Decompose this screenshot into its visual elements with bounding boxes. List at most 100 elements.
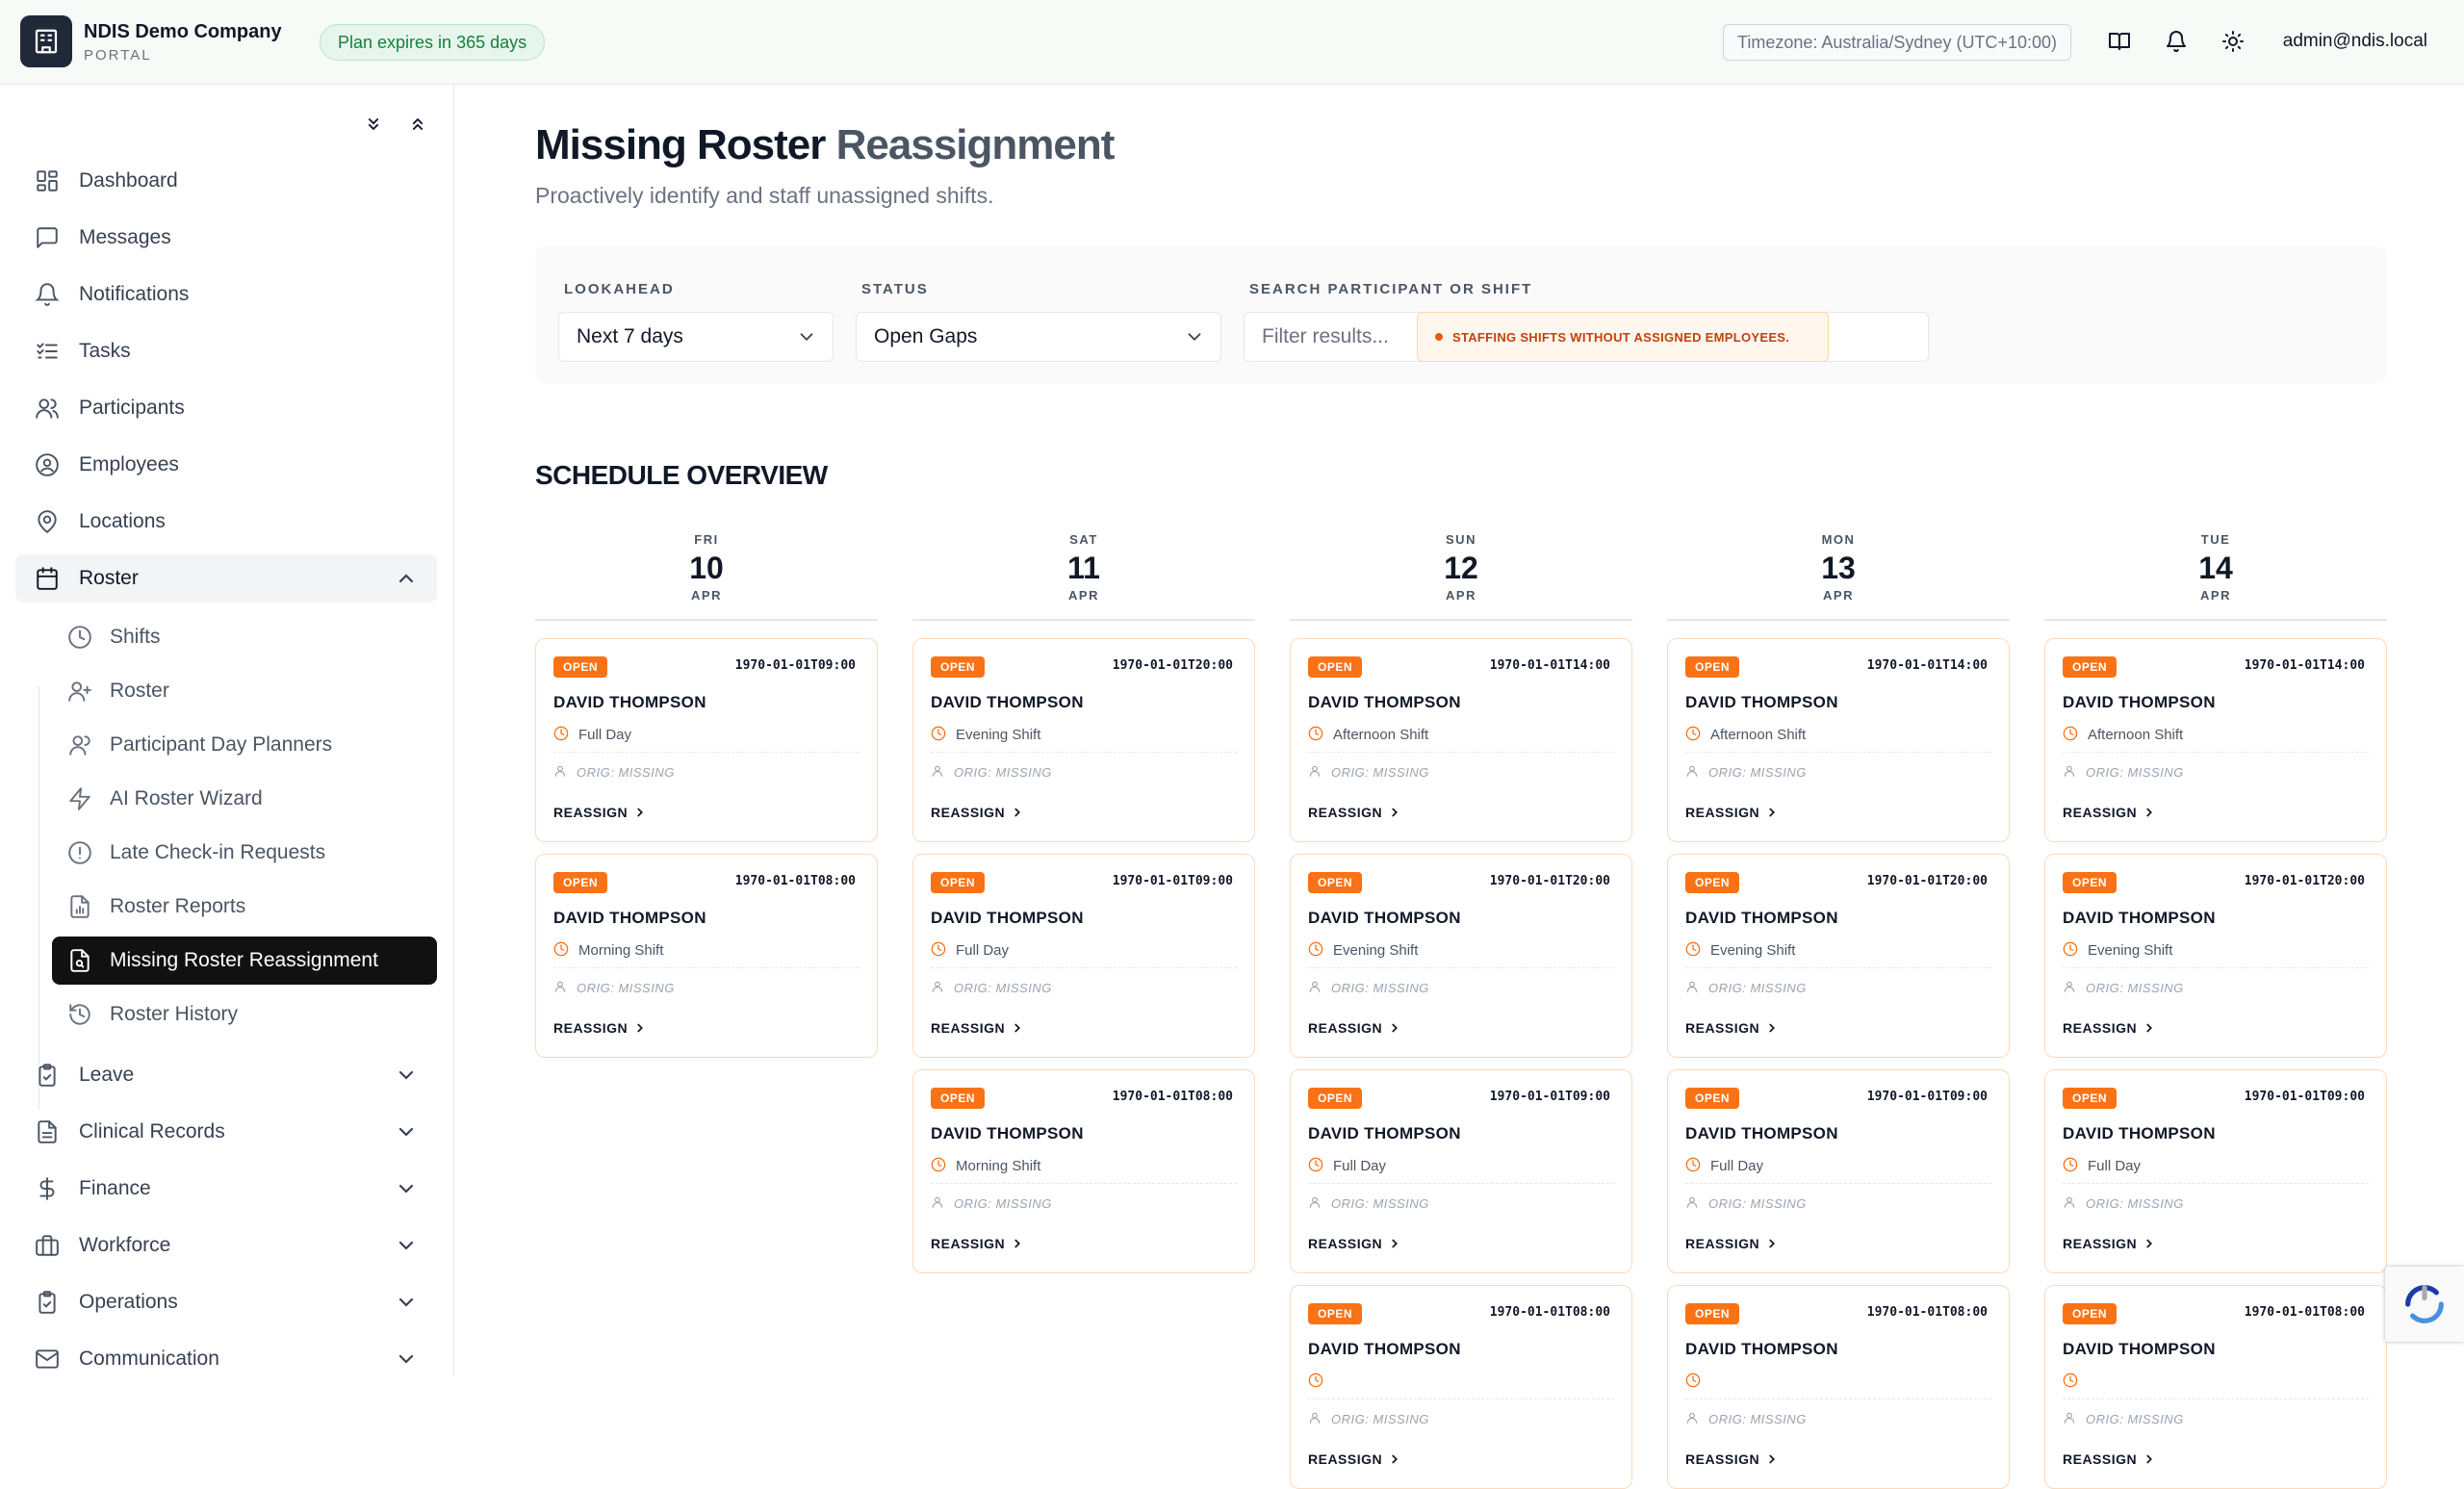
user-circle-icon [33,450,62,479]
reassign-button[interactable]: REASSIGN [1685,1020,1779,1036]
card-divider [2063,1183,2369,1184]
recaptcha-badge-icon[interactable] [2385,1267,2464,1342]
sidebar-item-notifications[interactable]: Notifications [15,270,437,319]
shift-type: Full Day [2063,1157,2141,1174]
shift-card[interactable]: OPEN 1970-01-01T09:00 DAVID THOMPSON Full D… [535,638,878,842]
participant-name: DAVID THOMPSON [1308,909,1461,927]
lookahead-select[interactable]: Next 7 days [558,312,834,362]
expand-all-icon[interactable] [361,112,386,137]
shift-time: 1970-01-01T14:00 [2244,658,2365,673]
reassign-button[interactable]: REASSIGN [931,805,1024,820]
user-icon [2063,764,2078,780]
reassign-button[interactable]: REASSIGN [1685,1236,1779,1251]
reassign-button[interactable]: REASSIGN [931,1020,1024,1036]
card-divider [1308,752,1614,753]
status-select[interactable]: Open Gaps [856,312,1221,362]
reassign-button[interactable]: REASSIGN [553,805,647,820]
reassign-button[interactable]: REASSIGN [1685,1451,1779,1467]
participant-name: DAVID THOMPSON [553,693,706,711]
sidebar-item-messages[interactable]: Messages [15,214,437,262]
shift-card[interactable]: OPEN 1970-01-01T09:00 DAVID THOMPSON Full D… [2044,1069,2387,1273]
book-icon[interactable] [2105,27,2134,56]
reassign-button[interactable]: REASSIGN [2063,1451,2156,1467]
reassign-button[interactable]: REASSIGN [931,1236,1024,1251]
reassign-button[interactable]: REASSIGN [1685,805,1779,820]
shift-card[interactable]: OPEN 1970-01-01T14:00 DAVID THOMPSON Aftern… [1290,638,1632,842]
submenu-guide-line [38,686,39,1110]
reassign-button[interactable]: REASSIGN [1308,1451,1401,1467]
sidebar-item-participants[interactable]: Participants [15,384,437,432]
original-assignee: ORIG: MISSING [2063,980,2184,995]
reassign-button[interactable]: REASSIGN [2063,1236,2156,1251]
bell-icon[interactable] [2162,27,2191,56]
timezone-indicator[interactable]: Timezone: Australia/Sydney (UTC+10:00) [1723,24,2071,61]
sidebar-subitem-roster-history[interactable]: Roster History [52,990,437,1039]
shift-time: 1970-01-01T09:00 [2244,1090,2365,1104]
day-column: TUE 14 APR OPEN 1970-01-01T14:00 DAVID THOMPS… [2044,525,2387,1489]
sidebar-item-operations[interactable]: Operations [15,1278,437,1326]
shift-card[interactable]: OPEN 1970-01-01T08:00 DAVID THOMPSON Mornin… [535,854,878,1058]
shift-time: 1970-01-01T08:00 [1866,1305,1988,1320]
company-logo-icon[interactable] [20,15,72,67]
shift-card[interactable]: OPEN 1970-01-01T20:00 DAVID THOMPSON Evenin… [2044,854,2387,1058]
shift-card[interactable]: OPEN 1970-01-01T14:00 DAVID THOMPSON Aftern… [1667,638,2010,842]
shift-card[interactable]: OPEN 1970-01-01T20:00 DAVID THOMPSON Evenin… [912,638,1255,842]
shift-card[interactable]: OPEN 1970-01-01T14:00 DAVID THOMPSON Aftern… [2044,638,2387,842]
clock-icon [931,726,948,743]
reassign-label: REASSIGN [553,1020,629,1036]
report-icon [65,892,94,921]
sidebar-subitem-late-check-in-requests[interactable]: Late Check-in Requests [52,829,437,877]
shift-card[interactable]: OPEN 1970-01-01T09:00 DAVID THOMPSON Full D… [1667,1069,2010,1273]
sidebar-subitem-ai-roster-wizard[interactable]: AI Roster Wizard [52,775,437,823]
shift-card[interactable]: OPEN 1970-01-01T20:00 DAVID THOMPSON Evenin… [1667,854,2010,1058]
collapse-all-icon[interactable] [405,112,430,137]
sidebar-item-label: Employees [79,453,179,475]
shift-card[interactable]: OPEN 1970-01-01T08:00 DAVID THOMPSON Mornin… [912,1069,1255,1273]
reassign-button[interactable]: REASSIGN [1308,1236,1401,1251]
shift-type-label: Afternoon Shift [1333,726,1429,743]
shift-time: 1970-01-01T09:00 [1866,1090,1988,1104]
shift-card[interactable]: OPEN 1970-01-01T08:00 DAVID THOMPSON ORIG: … [2044,1285,2387,1489]
sidebar-item-locations[interactable]: Locations [15,498,437,546]
reassign-button[interactable]: REASSIGN [553,1020,647,1036]
open-status-badge: OPEN [553,656,608,678]
shift-card[interactable]: OPEN 1970-01-01T09:00 DAVID THOMPSON Full D… [912,854,1255,1058]
shift-card[interactable]: OPEN 1970-01-01T08:00 DAVID THOMPSON ORIG: … [1290,1285,1632,1489]
sidebar-item-finance[interactable]: Finance [15,1165,437,1213]
tasks-icon [33,337,62,366]
sun-icon[interactable] [2219,27,2247,56]
reassign-button[interactable]: REASSIGN [2063,805,2156,820]
sidebar-subitem-roster[interactable]: Roster [52,667,437,715]
original-assignee: ORIG: MISSING [1685,764,1807,780]
sidebar-subitem-roster-reports[interactable]: Roster Reports [52,883,437,931]
reassign-button[interactable]: REASSIGN [2063,1020,2156,1036]
day-number: 12 [1444,551,1478,585]
sidebar-subitem-missing-roster-reassignment[interactable]: Missing Roster Reassignment [52,937,437,985]
sidebar-item-employees[interactable]: Employees [15,441,437,489]
sidebar-item-roster[interactable]: Roster [15,554,437,603]
sidebar-item-tasks[interactable]: Tasks [15,327,437,375]
clipboard-check-icon [33,1061,62,1090]
shift-card[interactable]: OPEN 1970-01-01T20:00 DAVID THOMPSON Evenin… [1290,854,1632,1058]
sidebar-item-communication[interactable]: Communication [15,1335,437,1383]
shift-time: 1970-01-01T08:00 [2244,1305,2365,1320]
chevron-right-icon [1388,806,1401,819]
sidebar-subitem-shifts[interactable]: Shifts [52,613,437,661]
sidebar-item-dashboard[interactable]: Dashboard [15,157,437,205]
user-email[interactable]: admin@ndis.local [2283,31,2427,52]
status-label: STATUS [861,281,929,297]
user-icon [1308,1411,1323,1426]
original-assignee: ORIG: MISSING [1685,1411,1807,1426]
reassign-button[interactable]: REASSIGN [1308,805,1401,820]
sidebar-subitem-participant-day-planners[interactable]: Participant Day Planners [52,721,437,769]
sidebar-item-leave[interactable]: Leave [15,1051,437,1099]
sidebar-item-workforce[interactable]: Workforce [15,1221,437,1270]
shift-card[interactable]: OPEN 1970-01-01T08:00 DAVID THOMPSON ORIG: … [1667,1285,2010,1489]
open-status-badge: OPEN [1685,872,1740,893]
reassign-button[interactable]: REASSIGN [1308,1020,1401,1036]
shift-card[interactable]: OPEN 1970-01-01T09:00 DAVID THOMPSON Full D… [1290,1069,1632,1273]
sidebar-item-clinical-records[interactable]: Clinical Records [15,1108,437,1156]
sidebar-item-label: Dashboard [79,169,178,192]
page-title: Missing Roster Reassignment [535,121,1115,169]
chevron-right-icon [2143,1237,2156,1250]
